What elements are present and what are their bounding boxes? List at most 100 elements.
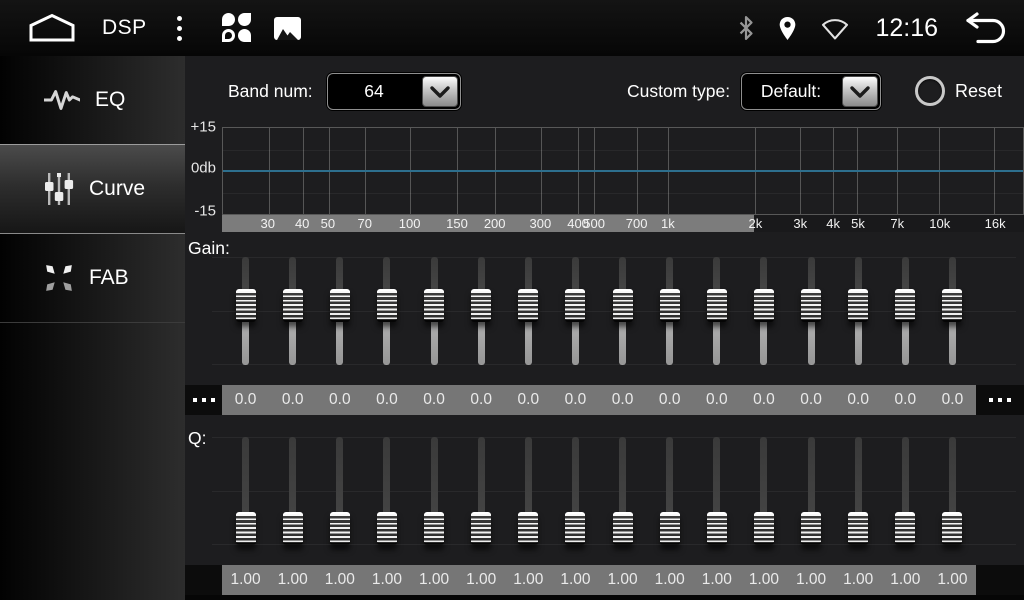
q-value: 1.00 bbox=[411, 565, 458, 595]
sidebar-item-label: EQ bbox=[95, 88, 125, 112]
chevron-down-icon bbox=[842, 76, 878, 107]
slider-handle[interactable] bbox=[236, 289, 256, 322]
q-slider[interactable] bbox=[411, 437, 458, 545]
sliders-icon bbox=[44, 171, 74, 207]
q-slider[interactable] bbox=[505, 437, 552, 545]
gain-slider[interactable] bbox=[458, 257, 505, 365]
q-slider[interactable] bbox=[552, 437, 599, 545]
slider-handle[interactable] bbox=[848, 512, 868, 545]
gain-value: 0.0 bbox=[882, 385, 929, 415]
sidebar-item-curve[interactable]: Curve bbox=[0, 144, 185, 234]
q-slider[interactable] bbox=[788, 437, 835, 545]
slider-handle[interactable] bbox=[613, 289, 633, 322]
frequency-tick-label: 4k bbox=[826, 215, 840, 232]
slider-handle[interactable] bbox=[424, 512, 444, 545]
gain-value: 0.0 bbox=[740, 385, 787, 415]
slider-handle[interactable] bbox=[754, 512, 774, 545]
slider-handle[interactable] bbox=[801, 289, 821, 322]
slider-handle[interactable] bbox=[283, 289, 303, 322]
gain-slider[interactable] bbox=[316, 257, 363, 365]
slider-handle[interactable] bbox=[895, 512, 915, 545]
q-value: 1.00 bbox=[646, 565, 693, 595]
slider-handle[interactable] bbox=[471, 512, 491, 545]
gain-slider[interactable] bbox=[552, 257, 599, 365]
q-slider[interactable] bbox=[882, 437, 929, 545]
slider-handle[interactable] bbox=[565, 289, 585, 322]
slider-handle[interactable] bbox=[660, 289, 680, 322]
gain-value: 0.0 bbox=[505, 385, 552, 415]
gain-slider[interactable] bbox=[222, 257, 269, 365]
reset-button[interactable]: Reset bbox=[915, 76, 1002, 106]
q-slider[interactable] bbox=[599, 437, 646, 545]
slider-handle[interactable] bbox=[518, 289, 538, 322]
wifi-icon bbox=[821, 17, 849, 40]
q-value: 1.00 bbox=[693, 565, 740, 595]
band-num-dropdown[interactable]: 64 bbox=[327, 73, 461, 110]
slider-handle[interactable] bbox=[707, 289, 727, 322]
gain-slider[interactable] bbox=[835, 257, 882, 365]
frequency-tick-label: 16k bbox=[985, 215, 1006, 232]
q-slider[interactable] bbox=[269, 437, 316, 545]
q-slider[interactable] bbox=[363, 437, 410, 545]
q-slider[interactable] bbox=[222, 437, 269, 545]
band-num-value: 64 bbox=[328, 81, 420, 102]
slider-handle[interactable] bbox=[565, 512, 585, 545]
slider-handle[interactable] bbox=[707, 512, 727, 545]
back-icon[interactable] bbox=[962, 11, 1008, 45]
slider-handle[interactable] bbox=[942, 289, 962, 322]
q-slider[interactable] bbox=[693, 437, 740, 545]
gain-slider[interactable] bbox=[646, 257, 693, 365]
slider-handle[interactable] bbox=[330, 512, 350, 545]
q-slider[interactable] bbox=[646, 437, 693, 545]
q-slider[interactable] bbox=[458, 437, 505, 545]
q-slider[interactable] bbox=[740, 437, 787, 545]
slider-handle[interactable] bbox=[848, 289, 868, 322]
gain-slider[interactable] bbox=[599, 257, 646, 365]
gain-slider[interactable] bbox=[693, 257, 740, 365]
sidebar-item-fab[interactable]: FAB bbox=[0, 234, 185, 323]
slider-handle[interactable] bbox=[613, 512, 633, 545]
sidebar: EQ Curve FAB bbox=[0, 56, 185, 600]
gain-slider[interactable] bbox=[740, 257, 787, 365]
slider-handle[interactable] bbox=[424, 289, 444, 322]
gain-more-left-button[interactable] bbox=[185, 385, 222, 415]
overflow-menu-icon[interactable] bbox=[177, 16, 182, 41]
gallery-icon[interactable] bbox=[274, 17, 301, 40]
home-icon[interactable] bbox=[28, 13, 76, 43]
gain-slider[interactable] bbox=[505, 257, 552, 365]
frequency-tick-label: 100 bbox=[399, 215, 421, 232]
frequency-tick-label: 700 bbox=[626, 215, 648, 232]
slider-handle[interactable] bbox=[895, 289, 915, 322]
gain-slider[interactable] bbox=[882, 257, 929, 365]
apps-clover-icon[interactable] bbox=[222, 13, 252, 43]
slider-handle[interactable] bbox=[236, 512, 256, 545]
gain-value: 0.0 bbox=[222, 385, 269, 415]
q-value: 1.00 bbox=[269, 565, 316, 595]
custom-type-dropdown[interactable]: Default: bbox=[741, 73, 881, 110]
slider-handle[interactable] bbox=[801, 512, 821, 545]
gain-slider[interactable] bbox=[411, 257, 458, 365]
slider-handle[interactable] bbox=[283, 512, 303, 545]
slider-handle[interactable] bbox=[377, 289, 397, 322]
gain-value: 0.0 bbox=[269, 385, 316, 415]
slider-handle[interactable] bbox=[518, 512, 538, 545]
gain-more-right-button[interactable] bbox=[976, 385, 1024, 415]
slider-handle[interactable] bbox=[330, 289, 350, 322]
sidebar-item-eq[interactable]: EQ bbox=[0, 56, 185, 145]
gain-slider[interactable] bbox=[363, 257, 410, 365]
slider-handle[interactable] bbox=[942, 512, 962, 545]
slider-handle[interactable] bbox=[754, 289, 774, 322]
slider-handle[interactable] bbox=[377, 512, 397, 545]
gain-slider[interactable] bbox=[788, 257, 835, 365]
eq-curve-plot[interactable] bbox=[222, 127, 1024, 215]
slider-handle[interactable] bbox=[660, 512, 680, 545]
q-slider[interactable] bbox=[929, 437, 976, 545]
q-slider[interactable] bbox=[835, 437, 882, 545]
gain-slider[interactable] bbox=[269, 257, 316, 365]
q-slider[interactable] bbox=[316, 437, 363, 545]
q-section-label: Q: bbox=[188, 428, 206, 449]
gain-value: 0.0 bbox=[788, 385, 835, 415]
frequency-tick-label: 200 bbox=[484, 215, 506, 232]
gain-slider[interactable] bbox=[929, 257, 976, 365]
slider-handle[interactable] bbox=[471, 289, 491, 322]
